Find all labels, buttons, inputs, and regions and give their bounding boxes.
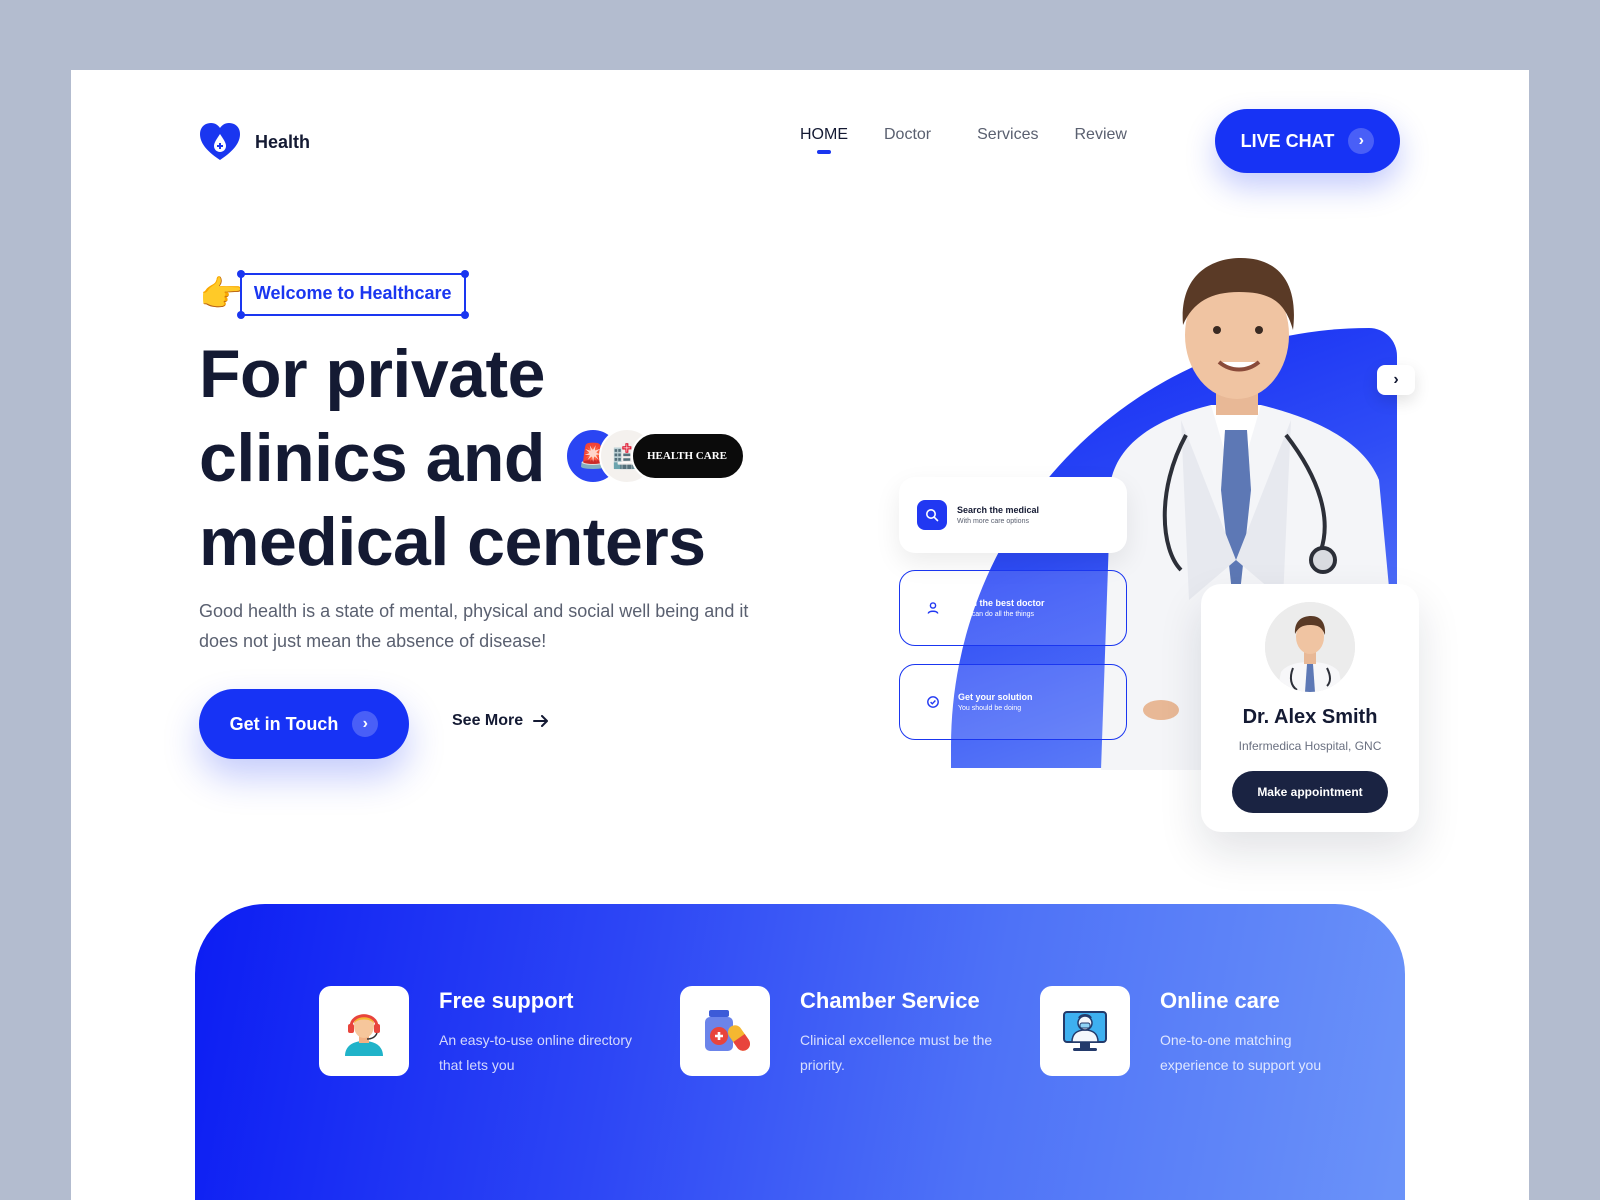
heart-drop-logo-icon: [200, 123, 240, 160]
online-doctor-icon: [1040, 986, 1130, 1076]
card-title: Get your solution: [958, 692, 1033, 702]
nav-doctor[interactable]: Doctor: [884, 126, 931, 144]
chevron-right-icon: ›: [1348, 128, 1375, 154]
next-slide-button[interactable]: ›: [1377, 365, 1415, 395]
check-icon: [918, 687, 948, 717]
nav-review[interactable]: Review: [1074, 126, 1126, 144]
arrow-right-icon: [533, 715, 549, 727]
card-subtitle: You should be doing: [958, 705, 1022, 712]
get-in-touch-button[interactable]: Get in Touch ›: [199, 689, 409, 759]
welcome-tag: 👉 Welcome to Healthcare: [199, 269, 469, 319]
selection-handle: [236, 269, 245, 278]
feature-card-search[interactable]: Search the medical With more care option…: [899, 477, 1127, 553]
chevron-right-icon: ›: [1393, 371, 1399, 388]
feature-card-solution[interactable]: Get your solution You should be doing: [899, 664, 1127, 740]
hero-badges: 🚨 🏥 HEALTH CARE: [565, 428, 745, 484]
feature-title: Free support: [439, 988, 574, 1013]
live-chat-button[interactable]: LIVE CHAT ›: [1215, 109, 1400, 173]
feature-title: Online care: [1160, 988, 1280, 1013]
see-more-label: See More: [452, 712, 524, 729]
live-chat-label: LIVE CHAT: [1240, 130, 1335, 151]
page: Health HOME Doctor Services Review LIVE …: [71, 70, 1529, 1200]
hero-title-line-1: For private: [199, 336, 545, 412]
user-icon: [918, 593, 948, 623]
logo[interactable]: Health: [199, 122, 310, 162]
features-band: Free support An easy-to-use online direc…: [195, 904, 1405, 1200]
card-subtitle: With more care options: [957, 518, 1029, 525]
selection-handle: [236, 310, 245, 319]
card-subtitle: You can do all the things: [958, 611, 1035, 618]
feature-free-support: Free support An easy-to-use online direc…: [319, 986, 639, 1078]
feature-title: Chamber Service: [800, 988, 980, 1013]
feature-online-care: Online care One-to-one matching experien…: [1040, 986, 1360, 1078]
hero-description: Good health is a state of mental, physic…: [199, 601, 749, 651]
feature-chamber-service: Chamber Service Clinical excellence must…: [680, 986, 1000, 1078]
get-in-touch-label: Get in Touch: [229, 713, 339, 734]
feature-desc: One-to-one matching experience to suppor…: [1160, 1032, 1322, 1073]
see-more-link[interactable]: See More: [452, 712, 549, 730]
selection-handle: [460, 269, 469, 278]
feature-desc: An easy-to-use online directory that let…: [439, 1032, 632, 1073]
card-title: Find the best doctor: [958, 598, 1045, 608]
health-care-badge: HEALTH CARE: [631, 432, 745, 480]
doctor-name: Dr. Alex Smith: [1242, 706, 1378, 728]
make-appointment-button[interactable]: Make appointment: [1232, 771, 1388, 813]
card-title: Search the medical: [957, 505, 1040, 515]
feature-desc: Clinical excellence must be the priority…: [800, 1032, 993, 1073]
selection-handle: [460, 310, 469, 319]
chevron-right-icon: ›: [352, 711, 379, 737]
welcome-text: Welcome to Healthcare: [253, 282, 452, 303]
search-icon: [917, 500, 947, 530]
welcome-box: Welcome to Healthcare: [236, 269, 469, 319]
feature-card-find-doctor[interactable]: Find the best doctor You can do all the …: [899, 570, 1127, 646]
main-nav: HOME Doctor Services Review: [800, 126, 1163, 154]
pointing-hand-icon: 👉: [199, 273, 244, 314]
logo-text: Health: [255, 131, 311, 152]
nav-services[interactable]: Services: [977, 126, 1038, 144]
nav-home[interactable]: HOME: [800, 126, 848, 154]
headset-support-icon: [319, 986, 409, 1076]
doctor-profile-card: Dr. Alex Smith Infermedica Hospital, GNC…: [1201, 584, 1419, 832]
medicine-bottle-icon: [680, 986, 770, 1076]
doctor-hospital: Infermedica Hospital, GNC: [1238, 739, 1382, 753]
hero-title-line-3: medical centers: [199, 504, 706, 580]
doctor-avatar: [1265, 602, 1355, 692]
